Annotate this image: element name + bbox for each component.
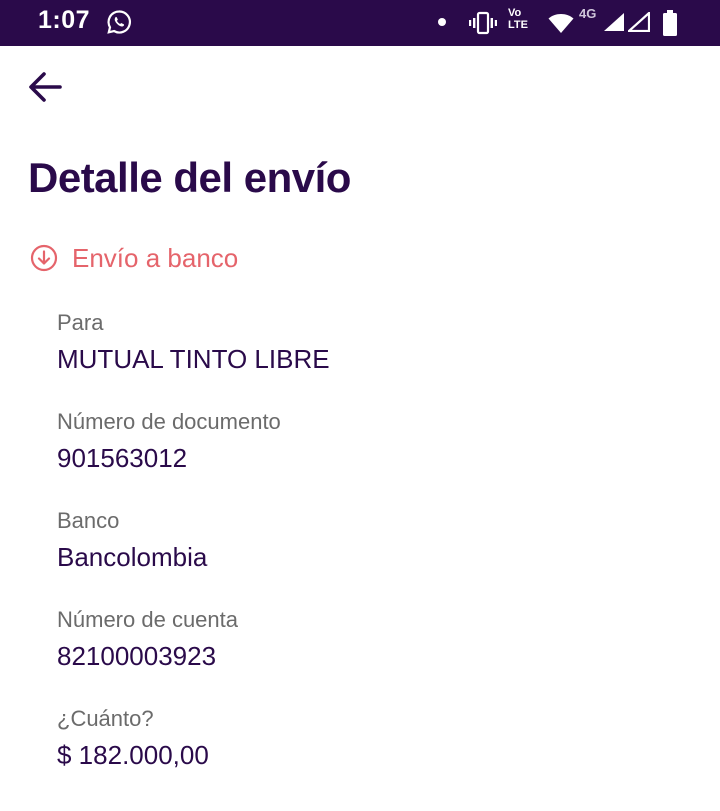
volte-bottom-label: LTE bbox=[508, 19, 528, 31]
transfer-type: Envío a banco bbox=[30, 241, 238, 275]
status-bar: 1:07 Vo LTE 4G bbox=[0, 0, 720, 46]
recipient-value: MUTUAL TINTO LIBRE bbox=[57, 344, 330, 374]
account-field: Número de cuenta 82100003923 bbox=[57, 607, 238, 671]
wifi-icon bbox=[548, 14, 574, 33]
vibrate-icon bbox=[469, 11, 497, 35]
whatsapp-icon bbox=[107, 10, 131, 34]
back-button[interactable] bbox=[24, 66, 66, 108]
amount-field: ¿Cuánto? $ 182.000,00 bbox=[57, 706, 209, 770]
document-label: Número de documento bbox=[57, 409, 281, 434]
network-type-label: 4G bbox=[579, 6, 597, 21]
signal-icon bbox=[628, 12, 650, 32]
volte-icon: Vo LTE bbox=[508, 7, 544, 39]
bank-value: Bancolombia bbox=[57, 542, 208, 572]
account-label: Número de cuenta bbox=[57, 607, 238, 632]
arrow-left-icon bbox=[29, 72, 62, 102]
battery-icon bbox=[663, 10, 677, 36]
arrow-down-circle-icon bbox=[30, 244, 58, 272]
account-value: 82100003923 bbox=[57, 641, 217, 671]
status-time: 1:07 bbox=[38, 6, 91, 34]
bank-field: Banco Bancolombia bbox=[57, 508, 207, 572]
notification-dot-icon bbox=[438, 18, 446, 26]
recipient-label: Para bbox=[57, 310, 104, 335]
signal-icon bbox=[604, 13, 624, 31]
transfer-type-label: Envío a banco bbox=[72, 242, 239, 273]
page-title: Detalle del envío bbox=[28, 154, 351, 201]
amount-label: ¿Cuánto? bbox=[57, 706, 154, 731]
recipient-field: Para MUTUAL TINTO LIBRE bbox=[57, 310, 330, 374]
document-value: 901563012 bbox=[57, 443, 188, 473]
bank-label: Banco bbox=[57, 508, 120, 533]
volte-top-label: Vo bbox=[508, 7, 522, 19]
document-field: Número de documento 901563012 bbox=[57, 409, 281, 473]
amount-value: $ 182.000,00 bbox=[57, 740, 209, 770]
